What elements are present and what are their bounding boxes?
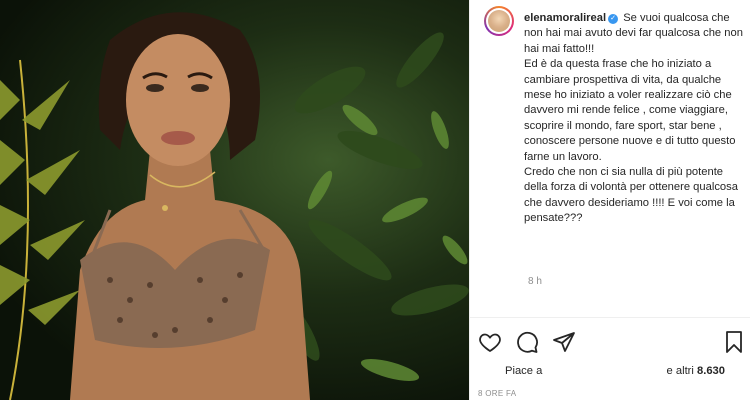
caption-text: Se vuoi qualcosa che non hai mai avuto d… [524, 12, 743, 225]
likes-summary[interactable]: e altri 8.630 [667, 365, 725, 377]
share-icon[interactable] [552, 330, 578, 356]
post-photo-art [0, 12, 469, 400]
username-link[interactable]: elenamoralireal [524, 12, 606, 24]
instagram-post: elenamoralireal ✓ Se vuoi qualcosa che no… [0, 0, 750, 400]
likes-count: 8.630 [697, 365, 725, 377]
likes-line: Piace a e altri 8.630 [505, 365, 745, 381]
avatar[interactable] [484, 6, 514, 36]
heart-icon[interactable] [478, 330, 504, 356]
post-caption: elenamoralireal ✓ Se vuoi qualcosa che no… [524, 11, 746, 227]
action-bar [478, 330, 744, 356]
likes-prefix: Piace a [505, 365, 543, 377]
comment-icon[interactable] [515, 330, 541, 356]
likes-suffix: e altri [666, 365, 694, 377]
avatar-image [488, 10, 510, 32]
post-photo[interactable] [0, 0, 469, 400]
comment-timestamp[interactable]: 8 h [528, 276, 542, 287]
verified-badge-icon: ✓ [608, 14, 619, 24]
post-date[interactable]: 8 ORE FA [478, 389, 516, 398]
divider [469, 317, 750, 318]
bookmark-icon[interactable] [722, 330, 748, 356]
